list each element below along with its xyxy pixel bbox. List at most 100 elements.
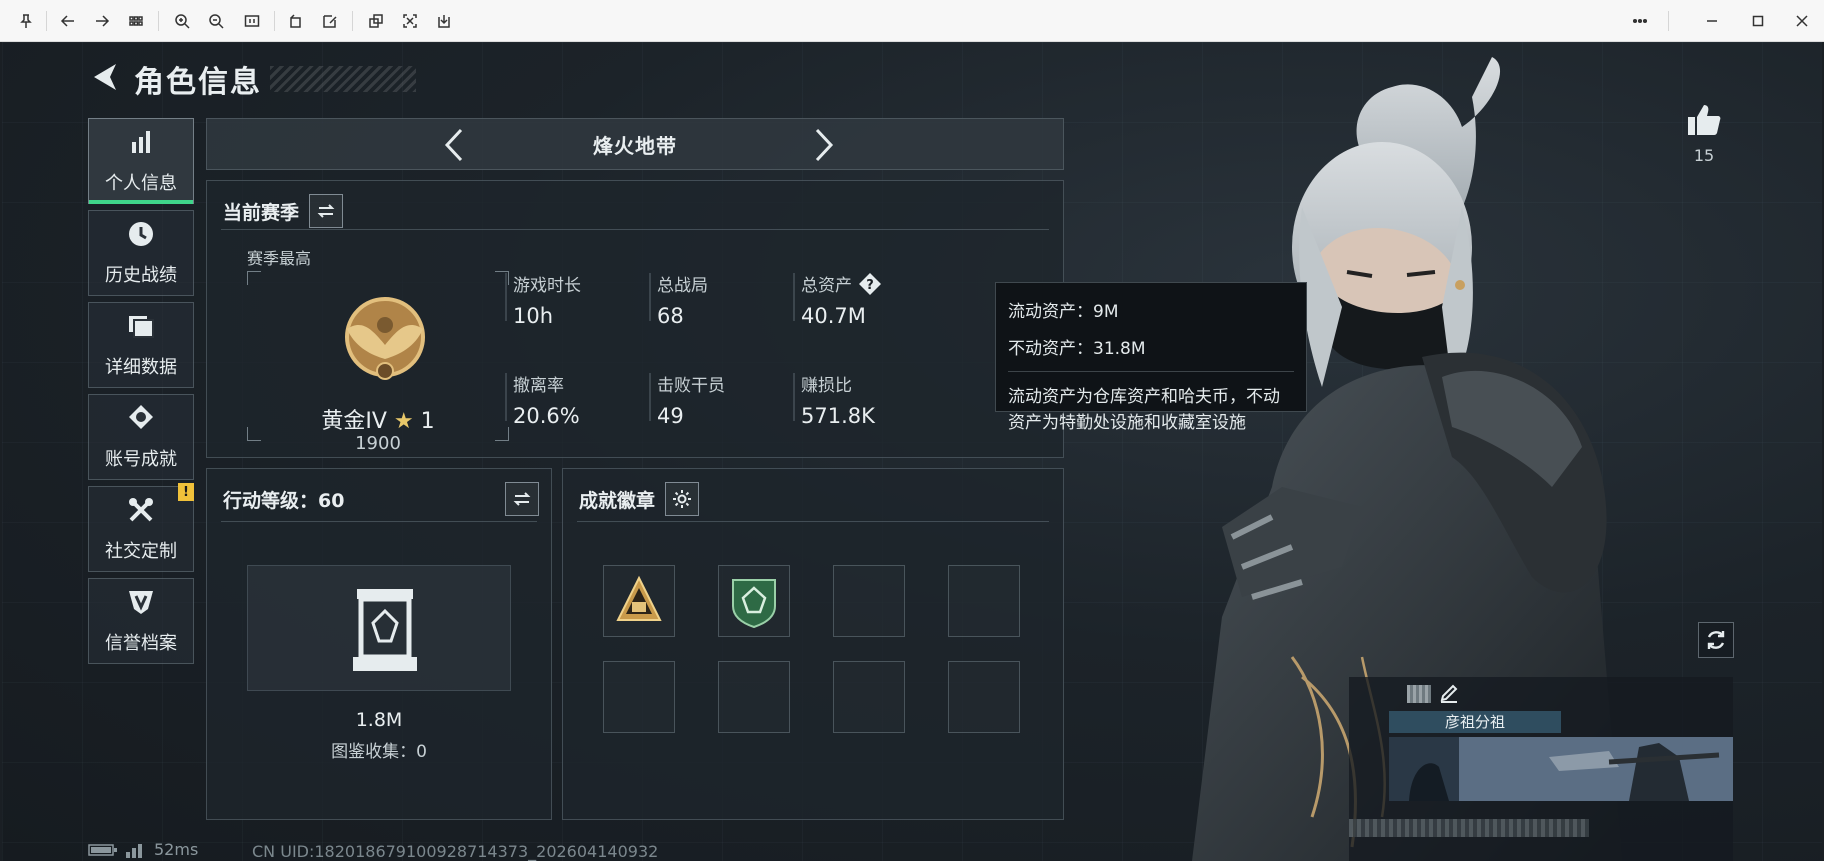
stat-value: 10h	[513, 304, 554, 328]
player-name-blurred	[1407, 685, 1431, 703]
edit-icon[interactable]	[318, 9, 342, 33]
bar-chart-icon	[126, 127, 156, 161]
stat-total-matches: 总战局 68	[649, 271, 807, 328]
nav-label: 详细数据	[105, 357, 177, 378]
gold-rank-badge-icon	[345, 297, 425, 380]
gear-icon	[673, 490, 692, 508]
pencil-icon	[1440, 684, 1458, 703]
nav-label: 账号成就	[105, 449, 177, 470]
player-card[interactable]: 彦祖分祖	[1349, 677, 1733, 861]
zoom-out-icon[interactable]	[204, 9, 228, 33]
clock-icon	[126, 219, 156, 253]
badges-header: 成就徽章	[579, 481, 700, 517]
switch-season-button[interactable]	[309, 194, 344, 228]
thumbs-up-icon[interactable]	[1686, 102, 1722, 138]
badge-slot-empty[interactable]	[833, 661, 905, 733]
game-screen: 角色信息 个人信息 历史战绩 详细数据 账号成就 ! 社交定制 信誉档案 烽火地…	[2, 42, 1822, 861]
rank-title: 黄金IV	[321, 409, 387, 434]
stat-value: 49	[657, 404, 684, 428]
nav-label: 个人信息	[105, 173, 177, 194]
nav-label: 历史战绩	[105, 265, 177, 286]
level-title: 行动等级：60	[223, 489, 345, 512]
badge-slot-empty[interactable]	[718, 661, 790, 733]
nav-item-achievements[interactable]: 账号成就	[88, 394, 194, 480]
collection-case-icon	[353, 589, 417, 671]
tooltip-description: 流动资产为仓库资产和哈夫币，不动资产为特勤处设施和收藏室设施	[1008, 387, 1280, 433]
help-icon[interactable]: ?	[858, 272, 882, 296]
back-icon[interactable]	[56, 9, 80, 33]
back-arrow-icon[interactable]	[88, 60, 122, 98]
badge-slot-empty[interactable]	[603, 661, 675, 733]
divider	[221, 229, 1049, 230]
nav-label: 信誉档案	[105, 633, 177, 654]
nav-item-social[interactable]: ! 社交定制	[88, 483, 194, 572]
svg-text:?: ?	[866, 278, 874, 293]
switch-level-button[interactable]	[505, 482, 539, 516]
close-icon[interactable]	[1790, 9, 1814, 33]
tooltip-liquid: 流动资产：9M	[1008, 302, 1119, 322]
chevron-right-icon[interactable]	[807, 127, 841, 163]
season-best-label: 赛季最高	[247, 249, 312, 268]
badge-slot-empty[interactable]	[948, 565, 1020, 637]
stat-label: 撤离率	[513, 376, 564, 396]
stat-value: 40.7M	[801, 304, 866, 328]
minimize-icon[interactable]	[1700, 9, 1724, 33]
badge-settings-button[interactable]	[665, 482, 700, 516]
badge-slot-empty[interactable]	[948, 661, 1020, 733]
stat-label: 赚损比	[801, 376, 852, 396]
divider	[221, 521, 537, 522]
stat-label: 游戏时长	[513, 276, 581, 296]
stat-value: 571.8K	[801, 404, 875, 428]
battery-icon	[88, 843, 117, 856]
stat-label: 击败干员	[657, 376, 725, 396]
stat-total-assets: 总资产? 40.7M	[793, 271, 951, 328]
chevron-left-icon[interactable]	[437, 127, 471, 163]
stat-extraction-rate: 撤离率 20.6%	[505, 371, 663, 428]
nav-item-history[interactable]: 历史战绩	[88, 210, 194, 296]
assets-tooltip: 流动资产：9M 不动资产：31.8M 流动资产为仓库资产和哈夫币，不动资产为特勤…	[995, 282, 1307, 433]
stat-label: 总战局	[657, 276, 708, 296]
gold-pyramid-badge-icon	[616, 575, 662, 621]
clan-name: 彦祖分祖	[1389, 711, 1561, 733]
save-icon[interactable]	[432, 9, 456, 33]
folder-icon	[126, 311, 156, 345]
pin-icon[interactable]	[14, 9, 38, 33]
nav-item-personal-info[interactable]: 个人信息	[88, 118, 194, 204]
edit-name-button[interactable]	[1439, 683, 1459, 707]
viewer-toolbar	[0, 0, 1824, 42]
divider	[577, 521, 1049, 522]
rotate-icon[interactable]	[284, 9, 308, 33]
grid-icon[interactable]	[124, 9, 148, 33]
stat-label: 总资产?	[801, 271, 951, 296]
switch-icon	[317, 204, 335, 218]
title-bar: 角色信息	[88, 58, 262, 100]
nav-item-credit[interactable]: 信誉档案	[88, 578, 194, 664]
fit-icon[interactable]	[240, 9, 264, 33]
nav-item-details[interactable]: 详细数据	[88, 302, 194, 388]
season-title: 当前赛季	[223, 201, 300, 224]
zoom-in-icon[interactable]	[170, 9, 194, 33]
maximize-icon[interactable]	[1746, 9, 1770, 33]
badges-panel: 成就徽章	[562, 468, 1064, 820]
stat-value: 68	[657, 304, 684, 328]
tooltip-divider	[1008, 371, 1294, 372]
badge-slot[interactable]	[718, 565, 790, 637]
more-icon[interactable]	[1628, 9, 1652, 33]
toolbar-divider	[352, 11, 353, 31]
toolbar-divider	[274, 11, 275, 31]
signal-icon	[126, 843, 142, 858]
screenshot-icon[interactable]	[398, 9, 422, 33]
badge-slot[interactable]	[603, 565, 675, 637]
season-panel: 当前赛季 赛季最高 黄金IV ★ 1 1900 游戏时长 10h 总战局 68 …	[206, 180, 1064, 458]
refresh-button[interactable]	[1698, 622, 1734, 658]
badge-slot-empty[interactable]	[833, 565, 905, 637]
warning-badge: !	[178, 483, 194, 501]
player-uid: CN UID:18201867910092871437​3_2026041409…	[252, 842, 659, 861]
nav-label: 社交定制	[105, 541, 177, 562]
stat-play-time: 游戏时长 10h	[505, 271, 663, 328]
forward-icon[interactable]	[90, 9, 114, 33]
collection-count: 图鉴收集：0	[331, 742, 427, 762]
rank-stars: 1	[420, 409, 435, 434]
crop-icon[interactable]	[364, 9, 388, 33]
medal-icon	[126, 403, 156, 437]
